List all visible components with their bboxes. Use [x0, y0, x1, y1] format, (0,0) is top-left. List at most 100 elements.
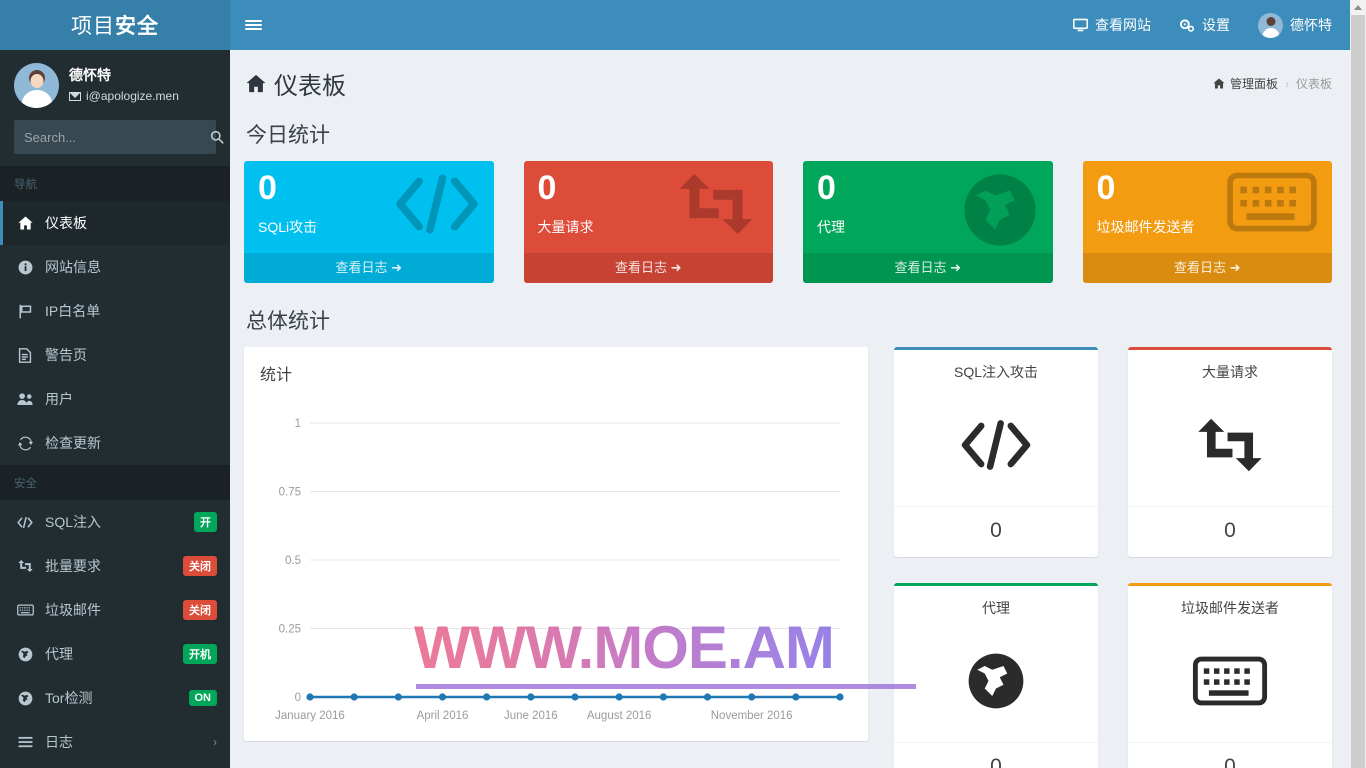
chart-data-point[interactable] — [527, 693, 535, 701]
gears-icon — [1179, 18, 1195, 33]
app-logo[interactable]: 项目 安全 — [0, 0, 230, 50]
chart-title: 统计 — [260, 367, 293, 384]
sidebar-item-bulk-requests[interactable]: 批量要求 关闭 — [0, 544, 230, 588]
sidebar-item-label: 仪表板 — [45, 215, 87, 231]
stat-box-footer-label: 查看日志 — [614, 260, 667, 275]
status-badge: 关闭 — [183, 556, 217, 576]
mini-card-title: 大量请求 — [1202, 364, 1258, 380]
sidebar-item-sql-injection[interactable]: SQL注入 开 — [0, 500, 230, 544]
mini-card-sql-injection[interactable]: SQL注入攻击 0 — [894, 347, 1098, 557]
mini-card-bulk-requests[interactable]: 大量请求 0 — [1128, 347, 1332, 557]
sidebar-user-email: i@apologize.men — [86, 88, 179, 103]
mini-card-proxy[interactable]: 代理 0 — [894, 583, 1098, 768]
sidebar-item-label: SQL注入 — [45, 514, 102, 530]
sidebar-user-name: 德怀特 — [69, 66, 111, 83]
stat-box-footer-link[interactable]: 查看日志 ➜ — [803, 253, 1053, 283]
chart-data-point[interactable] — [483, 693, 491, 701]
chevron-right-icon: › — [213, 735, 217, 749]
chart-ytick-label: 0.25 — [279, 624, 301, 636]
stat-box-spammers[interactable]: 0 垃圾邮件发送者 查看日志 ➜ — [1082, 161, 1332, 283]
chart-data-point[interactable] — [571, 693, 579, 701]
nav-user-menu[interactable]: 德怀特 — [1244, 0, 1346, 50]
breadcrumb-current: 仪表板 — [1295, 77, 1332, 91]
search-icon[interactable] — [210, 120, 224, 154]
globe-icon — [961, 171, 1039, 249]
status-badge: 关闭 — [183, 600, 217, 620]
nav-view-site-button[interactable]: 查看网站 — [1059, 0, 1165, 50]
chart-data-point[interactable] — [748, 693, 756, 701]
mini-card-spammers[interactable]: 垃圾邮件发送者 0 — [1128, 583, 1332, 768]
status-badge: 开 — [194, 512, 217, 532]
keyboard-icon — [1226, 171, 1318, 233]
sidebar-item-label: 警告页 — [45, 347, 87, 363]
sidebar-item-tor-detection[interactable]: Tor检测 ON — [0, 676, 230, 720]
chart-data-point[interactable] — [306, 693, 314, 701]
chart-xtick-label: November 2016 — [711, 710, 793, 722]
sidebar-nav-header: 导航 — [0, 166, 230, 201]
stat-box-bulk-requests[interactable]: 0 大量请求 查看日志 ➜ — [523, 161, 773, 283]
sidebar-item-label: IP白名单 — [45, 303, 101, 319]
sidebar-item-proxy[interactable]: 代理 开机 — [0, 632, 230, 676]
today-stats-title: 今日统计 — [246, 124, 330, 147]
arrow-circle-right-icon: ➜ — [1229, 260, 1241, 275]
sidebar-item-ip-whitelist[interactable]: IP白名单 — [0, 289, 230, 333]
status-badge: ON — [188, 690, 217, 706]
chart-data-point[interactable] — [836, 693, 844, 701]
sidebar-item-label: 用户 — [45, 391, 73, 407]
stat-box-footer-link[interactable]: 查看日志 ➜ — [244, 253, 494, 283]
stat-box-footer-link[interactable]: 查看日志 ➜ — [1082, 253, 1332, 283]
overall-stats-title: 总体统计 — [246, 310, 330, 333]
chart-data-point[interactable] — [615, 693, 623, 701]
chart-data-point[interactable] — [394, 693, 402, 701]
sidebar-item-label: 日志 — [45, 734, 73, 750]
sidebar-item-check-update[interactable]: 检查更新 — [0, 421, 230, 465]
logo-text-normal: 项目 — [71, 15, 115, 38]
home-icon — [246, 74, 266, 93]
sidebar-item-site-info[interactable]: 网站信息 — [0, 245, 230, 289]
mini-cards-grid: SQL注入攻击 0 大量请求 0 代理 0 垃圾邮件发送者 0 — [894, 347, 1332, 768]
sidebar-search — [0, 120, 230, 166]
users-icon — [15, 392, 35, 406]
mini-card-title: 代理 — [982, 600, 1010, 616]
page-scrollbar[interactable] — [1350, 0, 1366, 768]
sidebar-item-users[interactable]: 用户 — [0, 377, 230, 421]
chart-data-point[interactable] — [792, 693, 800, 701]
chart-data-point[interactable] — [703, 693, 712, 701]
sidebar-item-logs[interactable]: 日志 › — [0, 720, 230, 764]
scrollbar-up-button[interactable] — [1350, 0, 1366, 15]
menu-toggle-button[interactable] — [230, 0, 276, 50]
breadcrumb-home-link[interactable]: 管理面板 — [1213, 75, 1278, 92]
stat-box-sqli[interactable]: 0 SQLi攻击 查看日志 ➜ — [244, 161, 494, 283]
page-title-text: 仪表板 — [274, 73, 346, 100]
chart-data-point[interactable] — [438, 693, 447, 701]
sidebar-item-warning-page[interactable]: 警告页 — [0, 333, 230, 377]
sidebar-item-spam[interactable]: 垃圾邮件 关闭 — [0, 588, 230, 632]
flag-icon — [15, 304, 35, 319]
top-header: 项目 安全 查看网站 设置 德怀特 — [0, 0, 1366, 50]
mini-card-value: 0 — [894, 506, 1098, 557]
search-input[interactable] — [14, 129, 210, 145]
arrow-circle-right-icon: ➜ — [670, 260, 682, 275]
monitor-icon — [1073, 18, 1088, 33]
lower-section: 统计 0 0.25 0.5 0.75 1 January 2016 April 2016 Ju… — [230, 347, 1354, 768]
sidebar-item-label: 批量要求 — [45, 558, 101, 574]
sidebar-item-dashboard[interactable]: 仪表板 — [0, 201, 230, 245]
chart-ytick-label: 0.75 — [279, 487, 301, 499]
info-circle-icon — [15, 260, 35, 275]
globe-icon — [15, 691, 35, 706]
retweet-icon — [1128, 384, 1332, 506]
nav-settings-button[interactable]: 设置 — [1165, 0, 1244, 50]
stat-box-footer-link[interactable]: 查看日志 ➜ — [523, 253, 773, 283]
chart-data-point[interactable] — [350, 693, 358, 701]
chart-data-point[interactable] — [659, 693, 667, 701]
stat-box-proxy[interactable]: 0 代理 查看日志 ➜ — [803, 161, 1053, 283]
scrollbar-thumb[interactable] — [1351, 15, 1365, 768]
nav-user-name: 德怀特 — [1290, 17, 1332, 33]
nav-view-site-label: 查看网站 — [1095, 17, 1151, 33]
file-text-icon — [15, 347, 35, 363]
sidebar-item-label: 垃圾邮件 — [45, 602, 101, 618]
chart-ytick-label: 1 — [295, 418, 301, 430]
chart-xtick-label: April 2016 — [417, 710, 469, 722]
sidebar-item-label: 网站信息 — [45, 259, 101, 275]
logo-text-bold: 安全 — [115, 15, 159, 38]
